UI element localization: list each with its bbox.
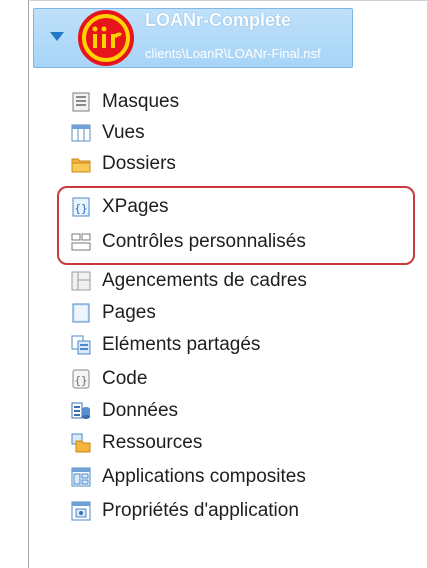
nav-item-label: Données	[102, 400, 179, 421]
nav-item-agencements-de-cadres[interactable]: Agencements de cadres	[70, 267, 400, 295]
page-icon	[70, 302, 92, 324]
nav-item-label: Agencements de cadres	[102, 270, 307, 291]
nav-item-label: Masques	[102, 91, 180, 112]
nav-item-dossiers[interactable]: Dossiers	[70, 150, 400, 178]
nav-item-label: Applications composites	[102, 466, 306, 487]
form-icon	[70, 91, 92, 113]
nav-item-masques[interactable]: Masques	[70, 88, 400, 116]
nav-item-ressources[interactable]: Ressources	[70, 429, 400, 457]
nav-item-applications-composites[interactable]: Applications composites	[70, 463, 400, 491]
nav-item-label: Ressources	[102, 432, 203, 453]
data-icon	[70, 400, 92, 422]
app-path: clients\LoanR\LOANr-Final.nsf	[145, 46, 321, 61]
app-properties-icon	[70, 500, 92, 522]
view-icon	[70, 122, 92, 144]
nav-item-label: Pages	[102, 302, 156, 323]
nav-item-label: Vues	[102, 122, 145, 143]
nav-item-proprietes-d-application[interactable]: Propriétés d'application	[70, 497, 400, 525]
nav-item-pages[interactable]: Pages	[70, 299, 400, 327]
highlight-annotation	[57, 186, 415, 265]
folder-icon	[70, 153, 92, 175]
app-name: LOANr-Complete	[145, 10, 292, 30]
nav-item-label: Dossiers	[102, 153, 176, 174]
app-logo-icon	[78, 10, 134, 66]
nav-item-donnees[interactable]: Données	[70, 397, 400, 425]
nav-item-elements-partages[interactable]: Eléments partagés	[70, 331, 400, 359]
composite-apps-icon	[70, 466, 92, 488]
shared-elements-icon	[70, 334, 92, 356]
nav-item-vues[interactable]: Vues	[70, 119, 400, 147]
nav-item-label: Propriétés d'application	[102, 500, 299, 521]
nav-item-code[interactable]: {} Code	[70, 365, 400, 393]
nav-item-label: Code	[102, 368, 148, 389]
svg-text:{}: {}	[74, 374, 87, 387]
expand-arrow-icon[interactable]	[50, 32, 64, 41]
code-icon: {}	[70, 368, 92, 390]
nav-item-label: Eléments partagés	[102, 334, 261, 355]
frameset-icon	[70, 270, 92, 292]
resources-icon	[70, 432, 92, 454]
